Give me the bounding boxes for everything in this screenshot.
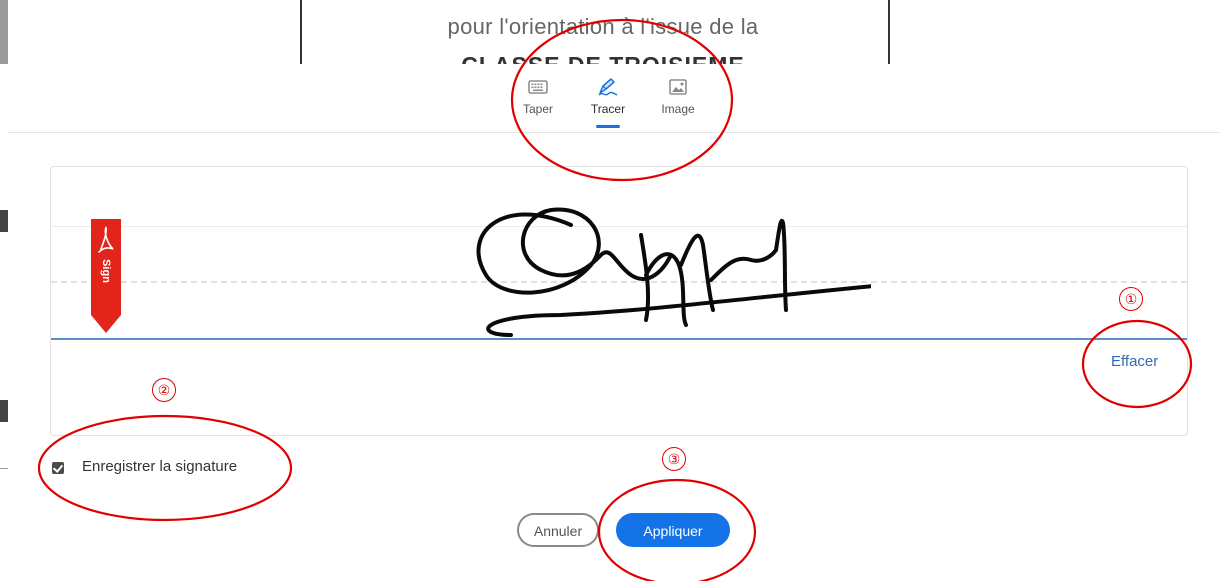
clear-signature-link[interactable]: Effacer (1111, 353, 1158, 370)
tab-label: Image (661, 102, 695, 116)
pen-draw-icon (598, 78, 618, 96)
tab-label: Taper (522, 102, 554, 116)
save-signature-checkbox[interactable] (52, 462, 64, 474)
signature-drawing-area[interactable]: Sign Effacer (50, 166, 1188, 436)
keyboard-icon (528, 80, 548, 94)
document-left-edge (0, 64, 8, 581)
annotation-number-2: ② (152, 378, 176, 402)
sign-flag-label: Sign (100, 259, 112, 283)
tab-taper[interactable]: Taper (508, 76, 568, 128)
document-rule (0, 468, 8, 469)
annotation-number-1: ① (1119, 287, 1143, 311)
tab-tracer[interactable]: Tracer (578, 76, 638, 128)
signature-dialog: Taper Tracer Image Sign Effacer Enregist… (8, 64, 1220, 581)
document-header-strip: pour l'orientation à l'issue de la CLASS… (8, 0, 1220, 78)
cancel-button[interactable]: Annuler (517, 513, 599, 547)
drawn-signature (476, 207, 871, 337)
annotation-number-3: ③ (662, 447, 686, 471)
document-mark (0, 210, 8, 232)
save-signature-label: Enregistrer la signature (82, 458, 238, 475)
document-text-line: pour l'orientation à l'issue de la (447, 14, 759, 39)
signature-mode-tabs: Taper Tracer Image (8, 64, 1220, 133)
image-icon (669, 79, 687, 95)
apply-button[interactable]: Appliquer (616, 513, 730, 547)
tab-image[interactable]: Image (648, 76, 708, 128)
tab-label: Tracer (590, 102, 626, 116)
document-table-line (300, 0, 302, 64)
document-mark (0, 400, 8, 422)
